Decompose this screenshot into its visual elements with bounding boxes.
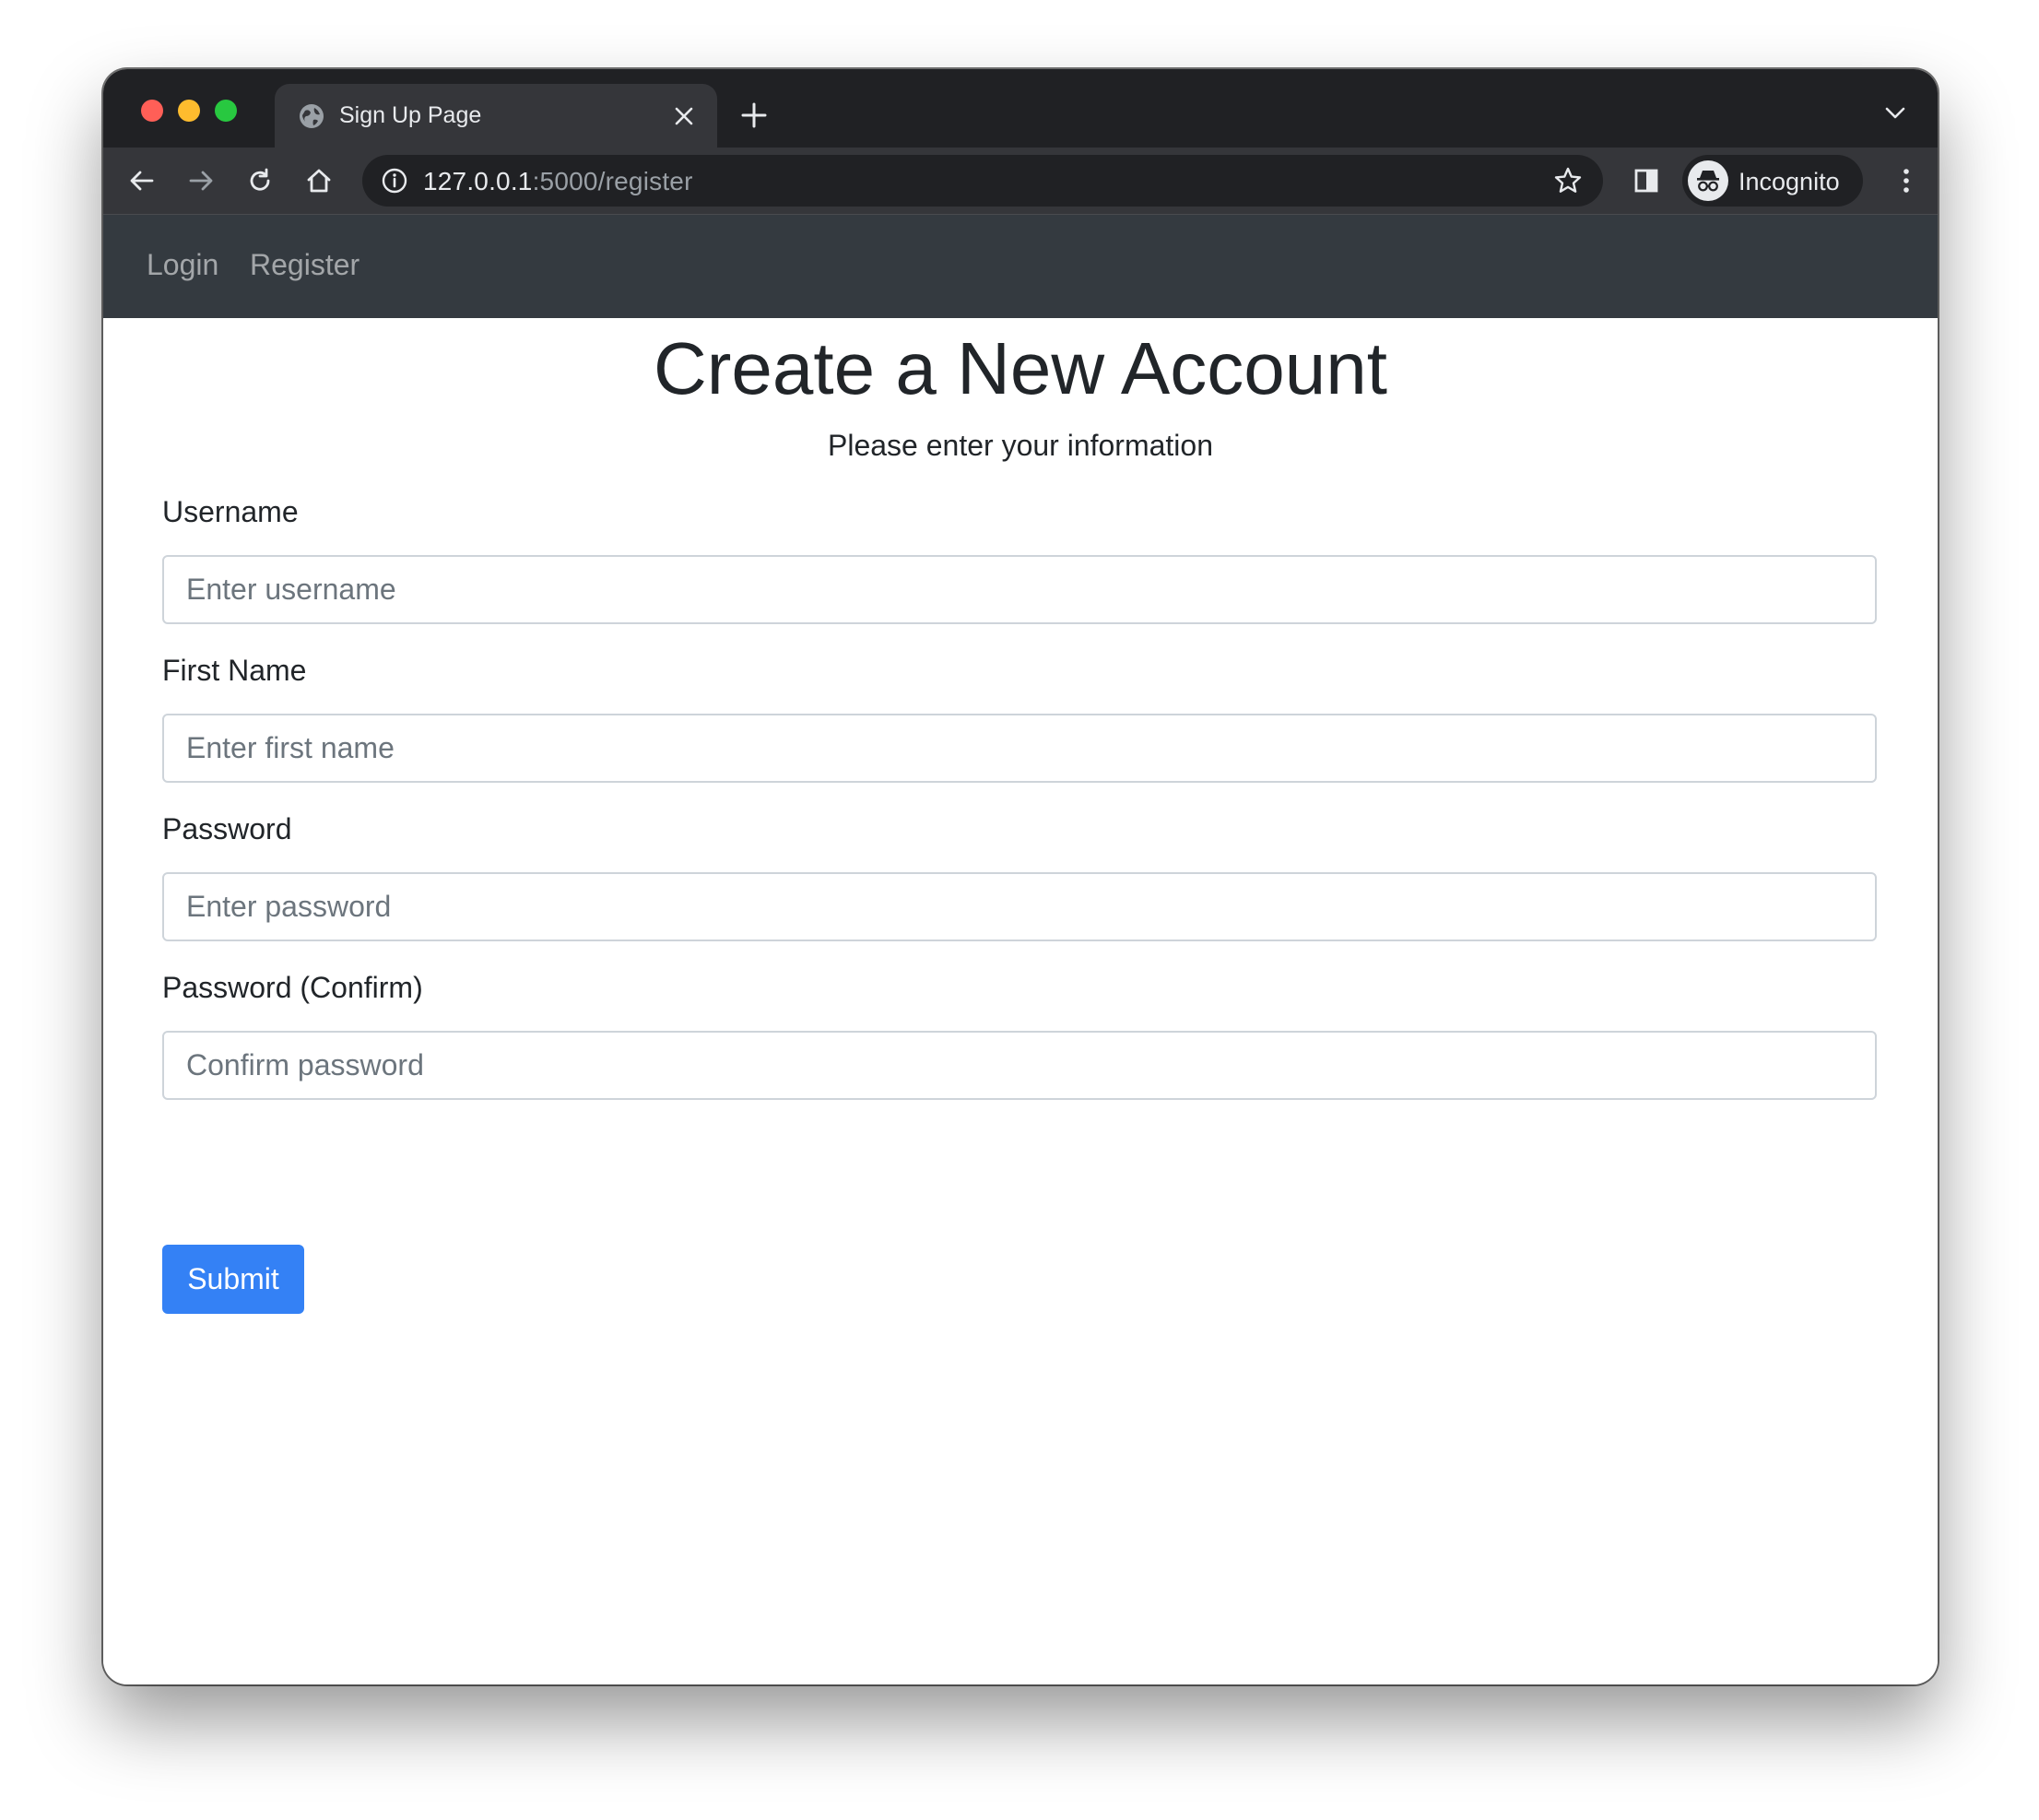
- tab-title: Sign Up Page: [339, 102, 482, 128]
- site-navbar: Login Register: [103, 215, 1938, 318]
- url-host: 127.0.0.1: [423, 167, 533, 195]
- page-subtitle: Please enter your information: [828, 429, 1213, 462]
- incognito-icon: [1688, 160, 1728, 201]
- first-name-input[interactable]: [162, 714, 1877, 783]
- plus-icon[interactable]: [736, 97, 772, 134]
- forward-arrow-icon[interactable]: [181, 160, 221, 201]
- side-panel-icon[interactable]: [1626, 160, 1667, 201]
- url-text[interactable]: 127.0.0.1:5000/register: [423, 167, 693, 196]
- username-label: Username: [162, 495, 299, 528]
- info-icon[interactable]: [381, 167, 408, 195]
- main-content: Create a New Account Please enter your i…: [103, 318, 1938, 1684]
- url-path: :5000/register: [532, 167, 693, 195]
- browser-toolbar: 127.0.0.1:5000/register Incognito: [103, 148, 1938, 215]
- incognito-profile-button[interactable]: Incognito: [1682, 155, 1863, 207]
- password-input[interactable]: [162, 872, 1877, 941]
- minimize-window-button[interactable]: [178, 100, 200, 122]
- username-input[interactable]: [162, 555, 1877, 624]
- page-title: Create a New Account: [654, 327, 1387, 409]
- back-arrow-icon[interactable]: [122, 160, 162, 201]
- browser-window: Sign Up Page 127.0.0.1:5000/register Inc…: [103, 69, 1938, 1684]
- password-confirm-input[interactable]: [162, 1031, 1877, 1100]
- maximize-window-button[interactable]: [215, 100, 237, 122]
- address-bar[interactable]: 127.0.0.1:5000/register: [362, 155, 1603, 207]
- star-icon[interactable]: [1551, 164, 1585, 197]
- close-icon[interactable]: [667, 100, 701, 133]
- nav-link-register[interactable]: Register: [250, 248, 359, 282]
- globe-icon: [297, 101, 326, 131]
- close-window-button[interactable]: [141, 100, 163, 122]
- submit-button[interactable]: Submit: [162, 1245, 304, 1314]
- more-vertical-icon[interactable]: [1886, 160, 1927, 201]
- tab-sign-up-page[interactable]: Sign Up Page: [275, 84, 717, 148]
- nav-link-login[interactable]: Login: [147, 248, 218, 282]
- password-label: Password: [162, 812, 292, 845]
- tab-bar: Sign Up Page: [103, 69, 1938, 148]
- home-icon[interactable]: [299, 160, 339, 201]
- chevron-down-icon[interactable]: [1880, 99, 1910, 128]
- first-name-label: First Name: [162, 654, 307, 687]
- password-confirm-label: Password (Confirm): [162, 971, 423, 1004]
- profile-label: Incognito: [1738, 168, 1840, 195]
- reload-icon[interactable]: [240, 160, 280, 201]
